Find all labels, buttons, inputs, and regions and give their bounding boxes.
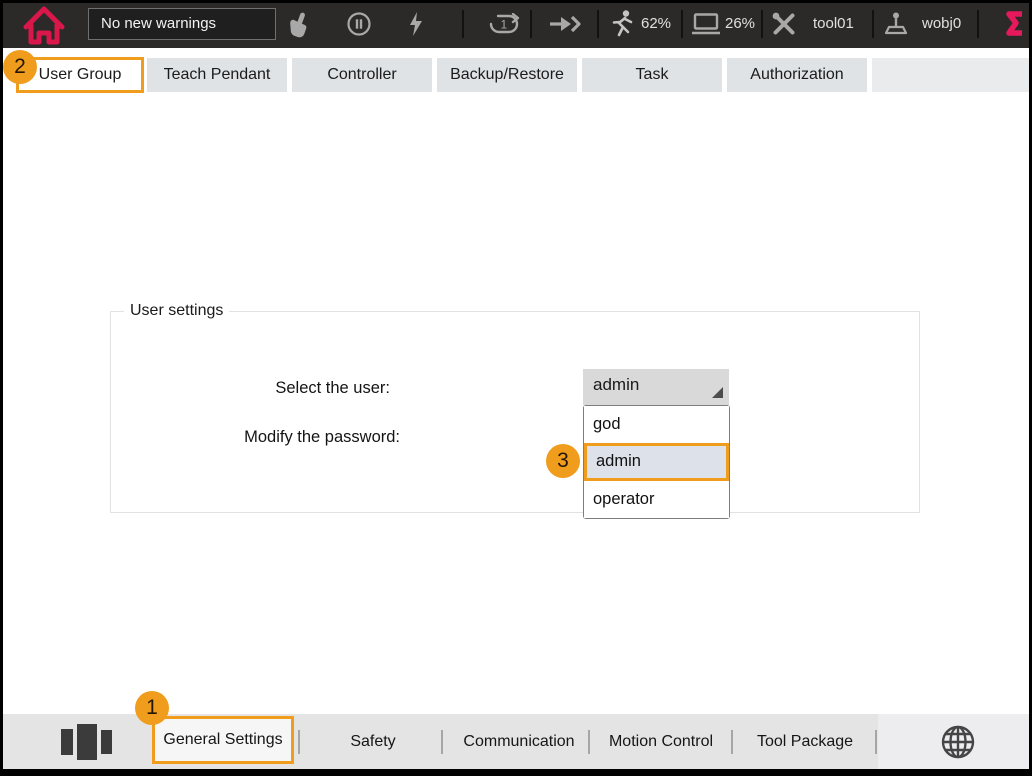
user-settings-groupbox	[110, 311, 920, 513]
topbar-separator	[462, 10, 464, 38]
robot-arm-icon[interactable]	[1002, 10, 1026, 38]
bottom-nav-general-settings[interactable]: General Settings	[152, 716, 294, 764]
bottom-separator	[731, 730, 733, 754]
bottom-nav-motion-control[interactable]: Motion Control	[598, 714, 724, 769]
globe-icon[interactable]	[939, 723, 977, 761]
tab-strip-filler	[872, 58, 1029, 92]
settings-tab-strip: User Group Teach Pendant Controller Back…	[3, 48, 1029, 96]
tool-name-value: tool01	[813, 15, 854, 32]
tools-icon[interactable]	[771, 11, 797, 37]
screen-percent-value: 26%	[725, 15, 755, 32]
tab-controller[interactable]: Controller	[292, 58, 432, 92]
user-dropdown-list: god admin operator	[583, 405, 730, 519]
annotation-step-3-badge: 3	[546, 444, 580, 478]
dropdown-option-god[interactable]: god	[584, 406, 729, 443]
power-bolt-icon[interactable]	[406, 11, 426, 37]
tab-authorization[interactable]: Authorization	[727, 58, 867, 92]
bottom-separator	[875, 730, 877, 754]
dropdown-corner-arrow-icon	[712, 387, 723, 398]
tab-task[interactable]: Task	[582, 58, 722, 92]
bottom-nav-communication[interactable]: Communication	[449, 714, 589, 769]
topbar-separator	[872, 10, 874, 38]
columns-menu-icon[interactable]	[59, 722, 115, 762]
topbar-separator	[597, 10, 599, 38]
joystick-icon[interactable]	[883, 11, 909, 37]
svg-text:1: 1	[501, 18, 508, 32]
pause-icon[interactable]	[346, 11, 372, 37]
bottom-separator	[441, 730, 443, 754]
dropdown-option-operator[interactable]: operator	[584, 481, 729, 518]
step-forward-icon[interactable]	[548, 14, 584, 34]
bottom-nav-safety[interactable]: Safety	[323, 714, 423, 769]
home-icon[interactable]	[22, 4, 66, 46]
modify-password-label: Modify the password:	[180, 428, 400, 447]
topbar-separator	[977, 10, 979, 38]
user-select-dropdown[interactable]: admin	[583, 369, 729, 405]
tab-backup-restore[interactable]: Backup/Restore	[437, 58, 577, 92]
jog-speed-value: 62%	[641, 15, 671, 32]
screen-icon[interactable]	[691, 12, 721, 36]
warning-status-box[interactable]: No new warnings	[88, 8, 276, 40]
bottom-separator	[298, 730, 300, 754]
hand-jog-icon[interactable]	[286, 11, 312, 39]
run-speed-icon[interactable]	[609, 9, 637, 39]
tab-teach-pendant[interactable]: Teach Pendant	[147, 58, 287, 92]
annotation-step-1-badge: 1	[135, 691, 169, 725]
topbar-separator	[530, 10, 532, 38]
bottom-separator	[588, 730, 590, 754]
topbar-separator	[681, 10, 683, 38]
user-select-dropdown-value: admin	[593, 375, 639, 395]
top-status-bar: No new warnings 1 62% 26%	[0, 0, 1032, 48]
select-user-label: Select the user:	[180, 379, 390, 398]
bottom-nav-tool-package[interactable]: Tool Package	[745, 714, 865, 769]
user-settings-group-title: User settings	[124, 302, 229, 320]
topbar-separator	[761, 10, 763, 38]
dropdown-option-admin[interactable]: admin	[584, 443, 729, 481]
loop-once-icon[interactable]: 1	[488, 13, 520, 37]
annotation-step-2-badge: 2	[3, 50, 37, 84]
workobject-value: wobj0	[922, 15, 961, 32]
